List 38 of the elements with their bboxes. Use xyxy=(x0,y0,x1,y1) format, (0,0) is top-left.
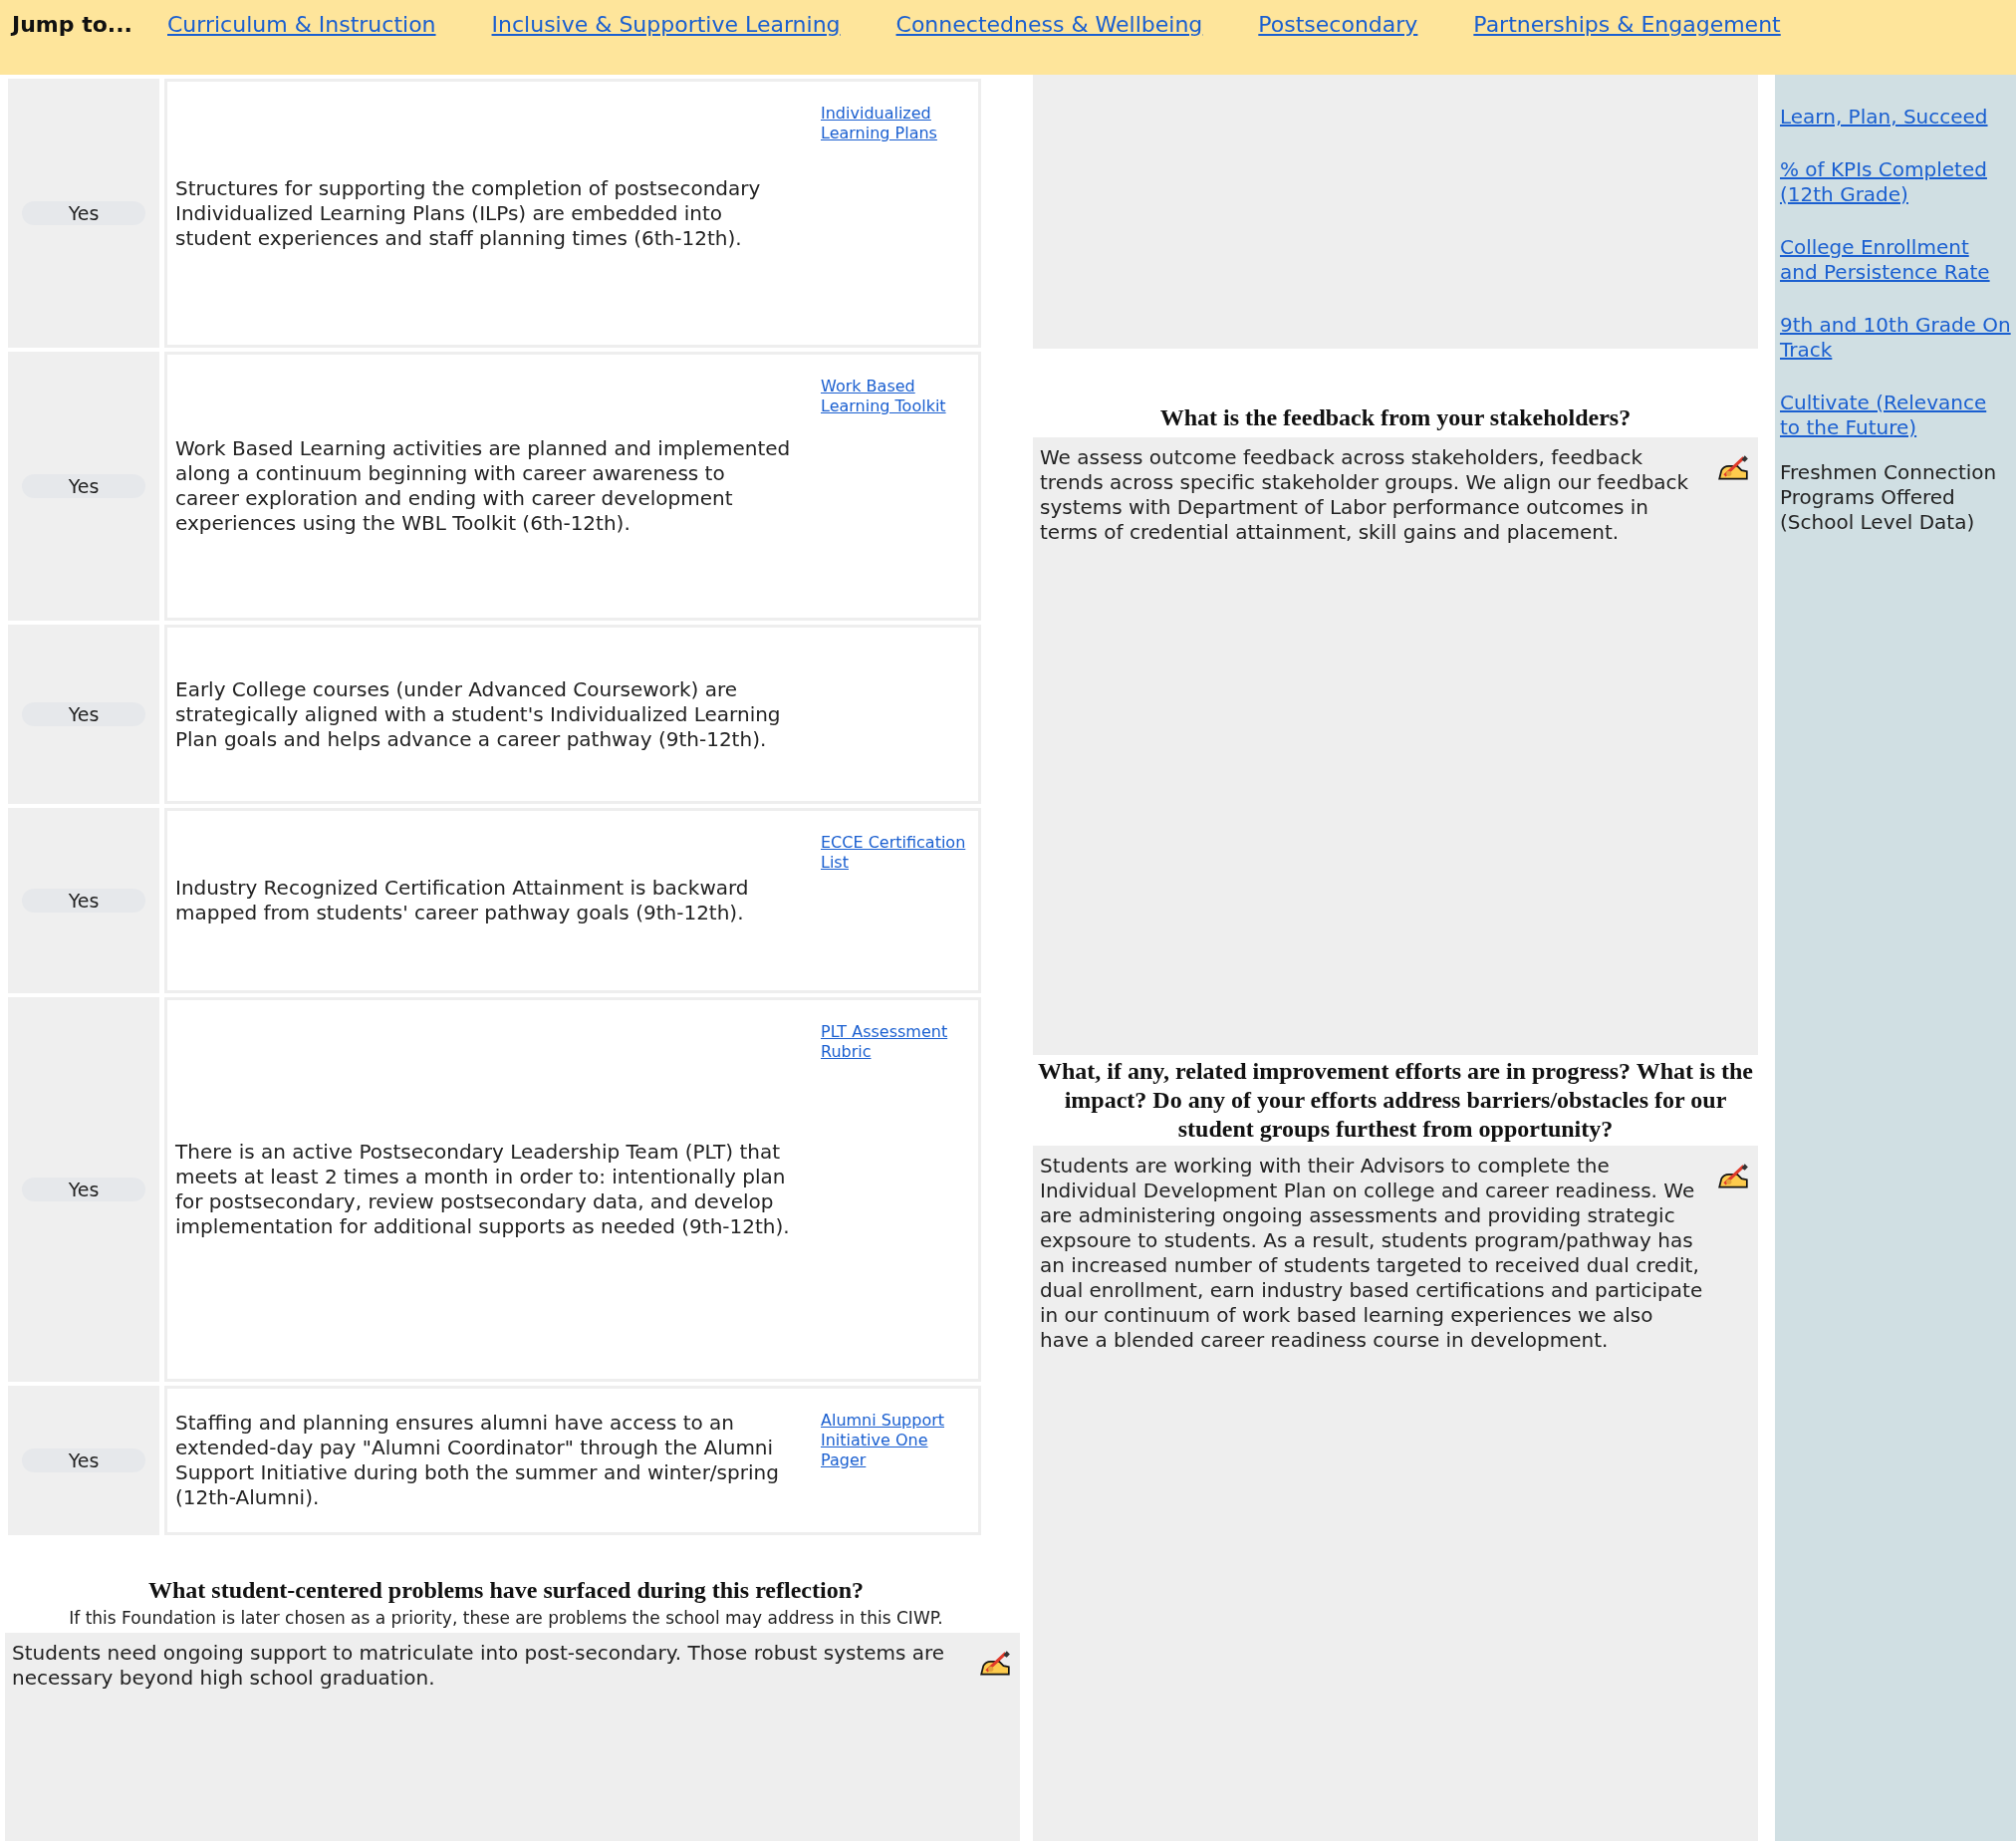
status-chip[interactable]: Yes xyxy=(22,201,145,225)
metric-link[interactable]: % of KPIs Completed (12th Grade) xyxy=(1780,157,2012,207)
metric-link[interactable]: Cultivate (Relevance to the Future) xyxy=(1780,391,2012,440)
metric-link[interactable]: 9th and 10th Grade On Track xyxy=(1780,313,2012,363)
status-chip[interactable]: Yes xyxy=(22,474,145,498)
nav-link[interactable]: Inclusive & Supportive Learning xyxy=(491,12,841,37)
nav-link[interactable]: Partnerships & Engagement xyxy=(1473,12,1781,37)
nav-link[interactable]: Connectedness & Wellbeing xyxy=(895,12,1203,37)
answer-text: Students are working with their Advisors to complete the Individual Development Plan on college and career readiness. We are administering ongoing assessments and providing strategic expsoure to students. As a result, students program/pathway has an increased number of students targeted to received dual credit, dual enrollment, earn industry based certifications and participate in our continuum of work based learning experiences we also have a blended career readiness course in development. xyxy=(1040,1154,1704,1353)
resource-link[interactable]: Work Based Learning Toolkit xyxy=(821,377,970,416)
practice-text: Industry Recognized Certification Attainment is backward mapped from students' career pathway goals (9th-12th). xyxy=(175,876,750,925)
metric-link[interactable]: Learn, Plan, Succeed xyxy=(1780,105,2012,130)
practice-text: Structures for supporting the completion of postsecondary Individualized Learning Plans (ILPs) are embedded into student experiences and staff planning times (6th-12th). xyxy=(175,175,762,251)
jump-label: Jump to... xyxy=(12,12,133,37)
status-chip[interactable]: Yes xyxy=(22,1178,145,1201)
question-hint: If this Foundation is later chosen as a priority, these are problems the school may address in this CIWP. xyxy=(68,1608,944,1629)
resource-link[interactable]: Alumni Support Initiative One Pager xyxy=(821,1411,970,1470)
resource-link[interactable]: PLT Assessment Rubric xyxy=(821,1022,970,1062)
answer-box[interactable]: Students need ongoing support to matriculate into post-secondary. Those robust systems are necessary beyond high school graduation. xyxy=(5,1633,1020,1841)
status-chip[interactable]: Yes xyxy=(22,702,145,726)
answer-text: We assess outcome feedback across stakeholders, feedback trends across specific stakeholder groups. We align our feedback systems with Department of Labor performance outcomes in terms of credential attainment, skill gains and placement. xyxy=(1040,445,1690,545)
question-heading: What is the feedback from your stakeholders? xyxy=(1158,404,1633,431)
resource-link[interactable]: Individualized Learning Plans xyxy=(821,104,970,143)
answer-box[interactable] xyxy=(1033,1146,1758,1841)
question-heading: What student-centered problems have surfaced during this reflection? xyxy=(147,1577,865,1604)
answer-text: Students need ongoing support to matriculate into post-secondary. Those robust systems are necessary beyond high school graduation. xyxy=(12,1641,946,1691)
practice-text: Staffing and planning ensures alumni have access to an extended-day pay "Alumni Coordinator" through the Alumni Support Initiative during both the summer and winter/spring (12th-Alumni). xyxy=(175,1411,780,1510)
metric-link[interactable]: College Enrollment and Persistence Rate xyxy=(1780,235,2012,285)
practice-text: Work Based Learning activities are planned and implemented along a continuum beginning with career awareness to career exploration and ending with career development experiences using the WBL Toolkit (6th-12th). xyxy=(175,436,792,536)
resource-link[interactable]: ECCE Certification List xyxy=(821,833,970,873)
practice-text: Early College courses (under Advanced Coursework) are strategically aligned with a student's Individualized Learning Plan goals and helps advance a career pathway (9th-12th). xyxy=(175,676,782,752)
nav-link[interactable]: Curriculum & Instruction xyxy=(167,12,436,37)
status-chip[interactable]: Yes xyxy=(22,889,145,913)
metric-label: Freshmen Connection Programs Offered (School Level Data) xyxy=(1780,460,1998,535)
practice-text: There is an active Postsecondary Leadership Team (PLT) that meets at least 2 times a month in order to: intentionally plan for postsecondary, review postsecondary data, and develop implementation for additional supports as needed (9th-12th). xyxy=(175,1140,791,1239)
nav-link[interactable]: Postsecondary xyxy=(1258,12,1418,37)
question-heading: What, if any, related improvement efforts are in progress? What is the impact? Do any of your efforts address barriers/obstacles for our student groups furthest from opportunity? xyxy=(1037,1057,1754,1144)
status-chip[interactable]: Yes xyxy=(22,1448,145,1472)
